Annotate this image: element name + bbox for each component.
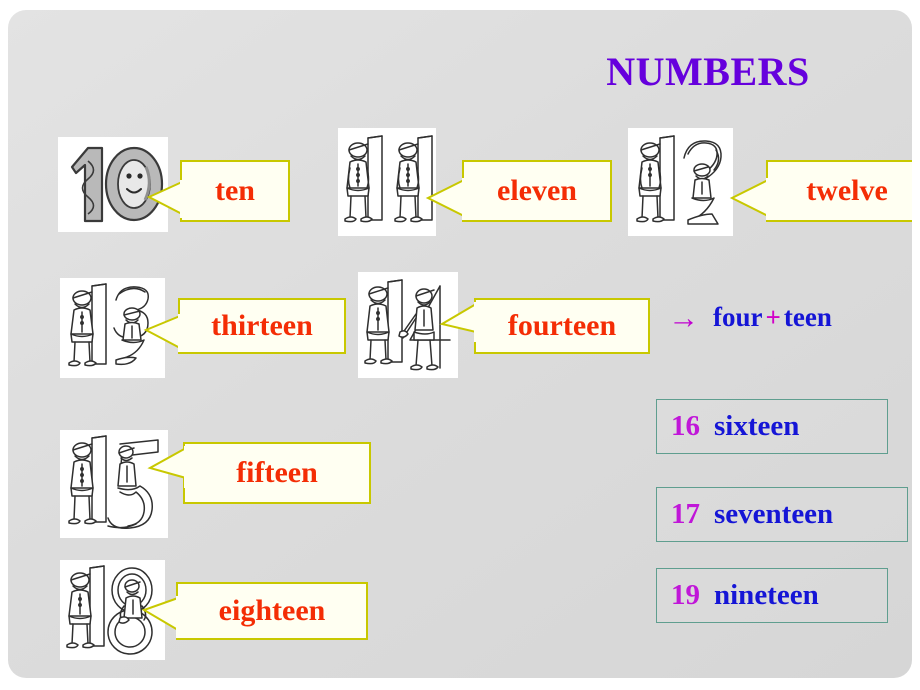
number-box-word: seventeen (714, 498, 834, 530)
callout-tail-eleven (425, 178, 469, 220)
equation-first-word: four (713, 302, 763, 332)
callout-label: twelve (806, 174, 888, 207)
number-12-clipart (628, 128, 733, 236)
callout-tail-eighteen (141, 596, 183, 638)
number-box-nineteen[interactable]: 19 nineteen (656, 568, 888, 623)
callout-tail-fourteen (439, 302, 481, 342)
callout-tail-fifteen (147, 446, 191, 488)
callout-ten[interactable]: ten (180, 160, 290, 222)
callout-label: fifteen (236, 456, 318, 489)
number-box-sixteen[interactable]: 16 sixteen (656, 399, 888, 454)
equation-four-plus-teen: → four + teen (668, 302, 832, 333)
number-11-clipart (338, 128, 436, 236)
number-box-word: sixteen (714, 410, 800, 442)
page-title: NUMBERS (606, 49, 810, 94)
number-box-digit: 16 (671, 410, 700, 442)
callout-tail-ten (146, 180, 187, 218)
plus-icon: + (765, 302, 781, 332)
callout-eleven[interactable]: eleven (462, 160, 612, 222)
arrow-right-icon: → (668, 300, 699, 335)
number-box-seventeen[interactable]: 17 seventeen (656, 487, 908, 542)
callout-label: eleven (497, 174, 577, 207)
callout-tail-twelve (729, 178, 773, 220)
callout-eighteen[interactable]: eighteen (176, 582, 368, 640)
callout-label: ten (215, 174, 255, 207)
number-box-digit: 19 (671, 579, 700, 611)
callout-thirteen[interactable]: thirteen (178, 298, 346, 354)
slide-panel: NUMBERS ten eleven twelve thirteen fourt… (8, 10, 912, 678)
callout-tail-thirteen (143, 314, 185, 352)
number-box-digit: 17 (671, 498, 700, 530)
equation-second-word: teen (783, 302, 832, 332)
callout-fifteen[interactable]: fifteen (183, 442, 371, 504)
callout-fourteen[interactable]: fourteen (474, 298, 650, 354)
slide-canvas: NUMBERS ten eleven twelve thirteen fourt… (0, 0, 920, 690)
callout-label: eighteen (218, 594, 326, 627)
callout-label: thirteen (211, 309, 313, 342)
callout-twelve[interactable]: twelve (766, 160, 912, 222)
callout-label: fourteen (507, 309, 617, 342)
number-box-word: nineteen (714, 579, 819, 611)
